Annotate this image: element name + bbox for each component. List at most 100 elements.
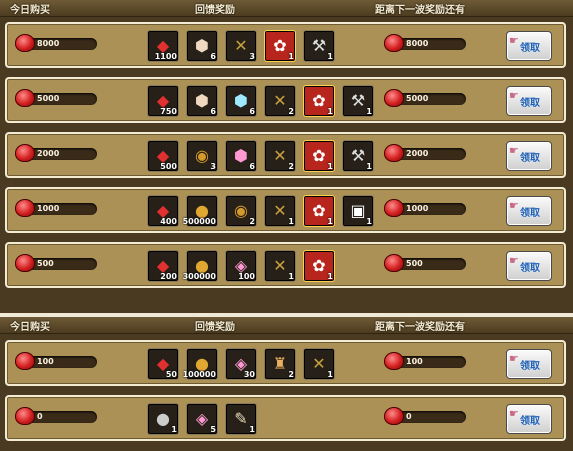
reward-tier-row: 0 ● 1 ◈ 5 ✎ 1 0 ☛ 领取 — [5, 395, 566, 441]
reward-item-count: 1 — [288, 217, 294, 226]
purchase-amount: 1000 — [15, 199, 97, 217]
claim-button[interactable]: ☛ 领取 — [506, 251, 552, 281]
reward-item-slot[interactable]: ✕ 1 — [264, 195, 296, 227]
reward-item-slot[interactable]: ✕ 1 — [264, 250, 296, 282]
reward-item-slot[interactable]: ✕ 2 — [264, 140, 296, 172]
hand-icon: ☛ — [509, 254, 519, 267]
reward-item-count: 1 — [249, 425, 255, 434]
reward-item-slot[interactable]: ✕ 2 — [264, 85, 296, 117]
claim-button[interactable]: ☛ 领取 — [506, 31, 552, 61]
gem-icon — [15, 352, 35, 370]
reward-item-count: 6 — [210, 107, 216, 116]
reward-item-slot[interactable]: ● 100000 — [183, 348, 218, 380]
reward-item-slot[interactable]: ● 300000 — [183, 250, 218, 282]
claim-button[interactable]: ☛ 领取 — [506, 86, 552, 116]
claim-button-label: 领取 — [520, 153, 540, 164]
reward-item-slot[interactable]: ✿ 1 — [303, 140, 335, 172]
remaining-amount-value: 5000 — [406, 94, 429, 103]
reward-tier-row: 500 ◆ 200 ● 300000 ◈ 100 ✕ 1 ✿ 1 500 ☛ 领… — [5, 242, 566, 288]
gem-icon — [15, 407, 35, 425]
gem-icon — [15, 34, 35, 52]
claim-button[interactable]: ☛ 领取 — [506, 196, 552, 226]
purchase-amount-value: 500 — [37, 259, 54, 268]
col-reward-label: 回馈奖励 — [195, 5, 235, 16]
claim-button[interactable]: ☛ 领取 — [506, 349, 552, 379]
claim-button[interactable]: ☛ 领取 — [506, 141, 552, 171]
reward-item-count: 6 — [249, 162, 255, 171]
claim-button[interactable]: ☛ 领取 — [506, 404, 552, 434]
reward-item-slot[interactable]: ◆ 1100 — [147, 30, 179, 62]
reward-item-count: 6 — [210, 52, 216, 61]
col-reward-label: 回馈奖励 — [195, 322, 235, 333]
reward-item-slot[interactable]: ⬢ 6 — [225, 140, 257, 172]
reward-item-slot[interactable]: ◈ 5 — [186, 403, 218, 435]
reward-item-count: 100 — [238, 272, 255, 281]
reward-item-slot[interactable]: ✿ 1 — [303, 250, 335, 282]
reward-item-count: 1 — [327, 217, 333, 226]
reward-item-slot[interactable]: ✿ 1 — [303, 85, 335, 117]
reward-item-slot[interactable]: ◉ 2 — [225, 195, 257, 227]
purchase-amount-value: 100 — [37, 357, 54, 366]
remaining-amount: 8000 — [384, 34, 466, 52]
reward-item-slot[interactable]: ⬢ 6 — [186, 85, 218, 117]
col-remaining-label: 距离下一波奖励还有 — [375, 322, 465, 333]
reward-item-count: 400 — [160, 217, 177, 226]
reward-item-count: 30 — [243, 370, 255, 379]
col-remaining-label: 距离下一波奖励还有 — [375, 5, 465, 16]
reward-item-slot[interactable]: ◆ 750 — [147, 85, 179, 117]
hand-icon: ☛ — [509, 34, 519, 47]
hand-icon: ☛ — [509, 407, 519, 420]
reward-item-slot[interactable]: ▣ 1 — [342, 195, 374, 227]
purchase-amount: 500 — [15, 254, 97, 272]
purchase-amount: 8000 — [15, 34, 97, 52]
reward-item-slot[interactable]: ⬢ 6 — [225, 85, 257, 117]
reward-item-slot[interactable]: ◈ 30 — [225, 348, 257, 380]
purchase-amount-value: 0 — [37, 412, 43, 421]
purchase-amount-value: 2000 — [37, 149, 60, 158]
remaining-amount: 100 — [384, 352, 466, 370]
remaining-amount-value: 8000 — [406, 39, 429, 48]
reward-item-slot[interactable]: ⚒ 1 — [303, 30, 335, 62]
reward-item-count: 1 — [327, 370, 333, 379]
reward-item-count: 1 — [366, 162, 372, 171]
reward-item-slot[interactable]: ◆ 400 — [147, 195, 179, 227]
gem-icon — [384, 34, 404, 52]
reward-item-slot[interactable]: ◆ 500 — [147, 140, 179, 172]
reward-item-slot[interactable]: ✕ 3 — [225, 30, 257, 62]
reward-tier-row: 5000 ◆ 750 ⬢ 6 ⬢ 6 ✕ 2 ✿ 1 ⚒ 1 5000 ☛ 领取 — [5, 77, 566, 123]
reward-item-slot[interactable]: ♜ 2 — [264, 348, 296, 380]
reward-item-slot[interactable]: ⚒ 1 — [342, 85, 374, 117]
reward-item-count: 1 — [366, 107, 372, 116]
reward-item-count: 1 — [327, 272, 333, 281]
reward-tier-row: 1000 ◆ 400 ● 500000 ◉ 2 ✕ 1 ✿ 1 ▣ 1 1000 — [5, 187, 566, 233]
reward-item-count: 1 — [327, 162, 333, 171]
reward-item-slot[interactable]: ✿ 1 — [264, 30, 296, 62]
claim-button-label: 领取 — [520, 43, 540, 54]
reward-item-slot[interactable]: ◉ 3 — [186, 140, 218, 172]
reward-item-count: 500 — [160, 162, 177, 171]
reward-item-slot[interactable]: ✕ 1 — [303, 348, 335, 380]
purchase-amount: 2000 — [15, 144, 97, 162]
reward-item-count: 2 — [288, 370, 294, 379]
purchase-amount-value: 1000 — [37, 204, 60, 213]
reward-item-slot[interactable]: ◈ 100 — [225, 250, 257, 282]
reward-item-slot[interactable]: ● 1 — [147, 403, 179, 435]
gem-icon — [15, 144, 35, 162]
reward-item-slot[interactable]: ● 500000 — [183, 195, 218, 227]
reward-item-count: 6 — [249, 107, 255, 116]
hand-icon: ☛ — [509, 89, 519, 102]
reward-tier-row: 8000 ◆ 1100 ⬢ 6 ✕ 3 ✿ 1 ⚒ 1 8000 ☛ 领取 — [5, 22, 566, 68]
reward-item-slot[interactable]: ✎ 1 — [225, 403, 257, 435]
gem-icon — [384, 144, 404, 162]
reward-item-slot[interactable]: ⚒ 1 — [342, 140, 374, 172]
reward-item-slot[interactable]: ⬢ 6 — [186, 30, 218, 62]
reward-item-slot[interactable]: ◆ 50 — [147, 348, 179, 380]
reward-item-slot[interactable]: ✿ 1 — [303, 195, 335, 227]
reward-tier-row: 100 ◆ 50 ● 100000 ◈ 30 ♜ 2 ✕ 1 100 ☛ 领取 — [5, 340, 566, 386]
purchase-amount: 5000 — [15, 89, 97, 107]
reward-item-count: 1 — [366, 217, 372, 226]
gem-icon — [15, 89, 35, 107]
purchase-amount: 100 — [15, 352, 97, 370]
remaining-amount: 500 — [384, 254, 466, 272]
reward-item-slot[interactable]: ◆ 200 — [147, 250, 179, 282]
